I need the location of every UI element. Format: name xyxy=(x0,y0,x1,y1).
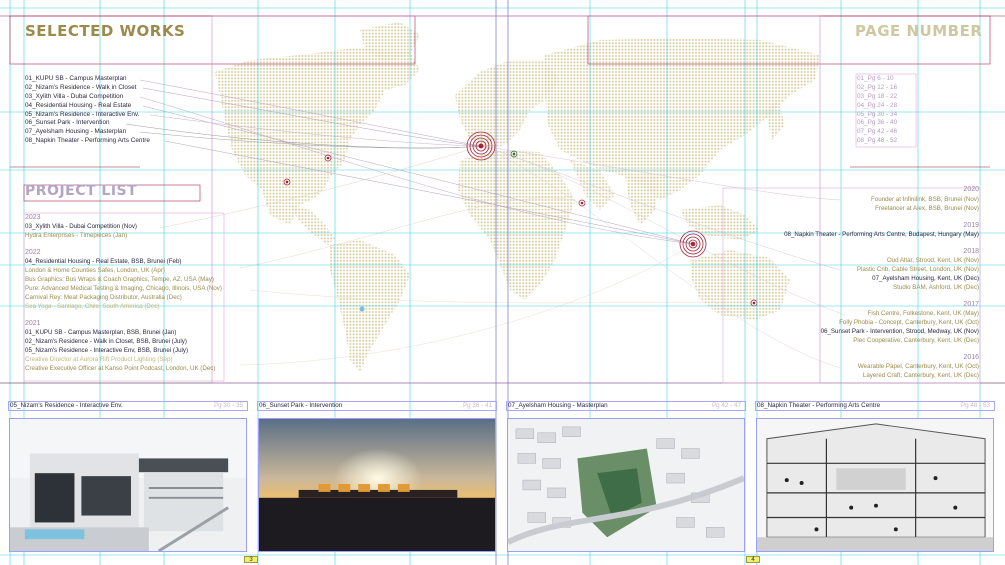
card-title-bar[interactable]: 07_Ayelsham Housing - Masterplan Pg 42 -… xyxy=(506,401,746,411)
timeline-entry: Sea Yoga - Santiago, Chile, South Americ… xyxy=(25,303,160,310)
year-label: 2020 xyxy=(963,186,979,193)
timeline-entry: Plec Cooperative, Canterbury, Kent, UK (… xyxy=(853,337,979,344)
list-item: 07_Pg 42 - 46 xyxy=(857,128,898,136)
card-title: 08_Napkin Theater - Performing Arts Cent… xyxy=(757,402,881,409)
timeline-entry: 02_Nizam's Residence - Walk in Closet, B… xyxy=(25,338,187,345)
list-item[interactable]: 08_Napkin Theater - Performing Arts Cent… xyxy=(25,137,150,146)
page-number-list: 01_Pg 6 - 10 02_Pg 12 - 16 03_Pg 18 - 22… xyxy=(857,75,897,146)
list-item: 08_Pg 48 - 52 xyxy=(857,137,898,145)
folio-right: 4 xyxy=(746,556,760,563)
list-item[interactable]: 07_Ayelsham Housing - Masterplan xyxy=(25,128,150,137)
target-icon xyxy=(679,230,707,258)
selected-works-heading: SELECTED WORKS xyxy=(25,22,186,40)
timeline-entry: Layered Craft, Canterbury, Kent, UK (Dec… xyxy=(862,372,979,379)
timeline-entry: Wearable Papel, Canterbury, Kent, UK (Oc… xyxy=(857,363,979,370)
list-item[interactable]: 02_Nizam's Residence - Walk in Closet xyxy=(25,84,150,93)
card-pages: Pg 30 - 35 xyxy=(213,402,243,409)
list-item: 06_Pg 36 - 40 xyxy=(857,119,898,127)
year-label: 2017 xyxy=(963,301,979,308)
timeline-entry: 08_Napkin Theater - Performing Arts Cent… xyxy=(784,231,979,238)
page-number-heading: PAGE NUMBER xyxy=(855,22,983,40)
list-item[interactable]: 04_Residential Housing - Real Estate xyxy=(25,102,150,111)
list-item: 05_Pg 30 - 34 xyxy=(857,110,898,118)
timeline-entry: Hydra Enterprises - Timepieces (Jan) xyxy=(25,232,128,239)
timeline-entry: Founder at Infinilink, BSB, Brunei (Nov) xyxy=(871,196,979,203)
list-item[interactable]: 05_Nizam's Residence - Interactive Env. xyxy=(25,111,150,120)
timeline-entry: Oud Altar, Strood, Kent, UK (Nov) xyxy=(886,257,979,264)
timeline-entry: 06_Sunset Park - Intervention, Strood, M… xyxy=(820,328,979,335)
card-title-bar[interactable]: 05_Nizam's Residence - Interactive Env. … xyxy=(8,401,248,411)
timeline-entry: 04_Residential Housing - Real Estate, BS… xyxy=(25,258,182,265)
timeline-entry: Creative Director at Aurora Rift Product… xyxy=(25,356,173,363)
list-item: 01_Pg 6 - 10 xyxy=(857,75,894,82)
timeline-entry: Folly Phobia - Concept, Canterbury, Kent… xyxy=(839,319,979,326)
continents xyxy=(215,22,820,372)
timeline-entry: 05_Nizam's Residence - Interactive Env, … xyxy=(25,347,189,354)
timeline-entry: 07_Ayelsham Housing, Kent, UK (Dec) xyxy=(872,275,979,282)
card-title: 05_Nizam's Residence - Interactive Env. xyxy=(10,402,123,409)
card-title-bar[interactable]: 08_Napkin Theater - Performing Arts Cent… xyxy=(755,401,995,411)
list-item[interactable]: 01_KUPU SB - Campus Masterplan xyxy=(25,75,150,84)
year-label: 2016 xyxy=(963,354,979,361)
masterplan-image[interactable] xyxy=(507,418,745,552)
year-label: 2019 xyxy=(963,222,979,229)
sunset-park-image[interactable] xyxy=(258,418,496,552)
list-item: 02_Pg 12 - 16 xyxy=(857,83,898,91)
list-item[interactable]: 03_Xylith Villa - Dubai Competition xyxy=(25,93,150,102)
card-title: 06_Sunset Park - Intervention xyxy=(259,402,343,409)
theater-section-image[interactable] xyxy=(756,418,994,552)
list-item: 03_Pg 18 - 22 xyxy=(857,92,898,100)
card-pages: Pg 36 - 41 xyxy=(462,402,492,409)
year-label: 2018 xyxy=(963,248,979,255)
year-label: 2022 xyxy=(25,249,41,256)
card-title: 07_Ayelsham Housing - Masterplan xyxy=(508,402,608,409)
timeline-entry: Creative Executive Officer at Kanso Poin… xyxy=(25,365,216,372)
card-pages: Pg 48 - 53 xyxy=(960,402,990,409)
selected-works-list: 01_KUPU SB - Campus Masterplan 02_Nizam'… xyxy=(25,75,150,146)
list-item[interactable]: 06_Sunset Park - Intervention xyxy=(25,119,150,128)
list-item: 04_Pg 24 - 28 xyxy=(857,101,898,109)
timeline-entry: Bus Graphics: Bus Wraps & Coach Graphics… xyxy=(25,276,214,283)
card-title-bar[interactable]: 06_Sunset Park - Intervention Pg 36 - 41 xyxy=(257,401,497,411)
timeline-entry: Plastic Crib, Cable Street, London, UK (… xyxy=(856,266,979,273)
folio-left: 3 xyxy=(244,556,258,563)
timeline-entry: London & Home Counties Safes, London, UK… xyxy=(25,267,165,274)
year-label: 2021 xyxy=(25,320,41,327)
card-pages: Pg 42 - 47 xyxy=(711,402,741,409)
timeline-entry: Carnival Rey: Meat Packaging Distributor… xyxy=(25,294,182,301)
residence-render-image[interactable] xyxy=(9,418,247,552)
timeline-entry: Studio BAM, Ashford, UK (Dec) xyxy=(893,284,979,291)
project-list-heading: PROJECT LIST xyxy=(25,183,138,199)
year-label: 2023 xyxy=(25,214,41,221)
timeline-entry: Fish Centre, Folkestone, Kent, UK (May) xyxy=(867,310,979,317)
timeline-entry: Freelancer at Alex, BSB, Brunei (Nov) xyxy=(875,205,979,212)
timeline-entry: 03_Xylith Villa - Dubai Competition (Nov… xyxy=(25,223,137,230)
timeline-entry: 01_KUPU SB - Campus Masterplan, BSB, Bru… xyxy=(25,329,177,336)
timeline-entry: Pure: Advanced Medical Testing & Imaging… xyxy=(25,285,222,292)
